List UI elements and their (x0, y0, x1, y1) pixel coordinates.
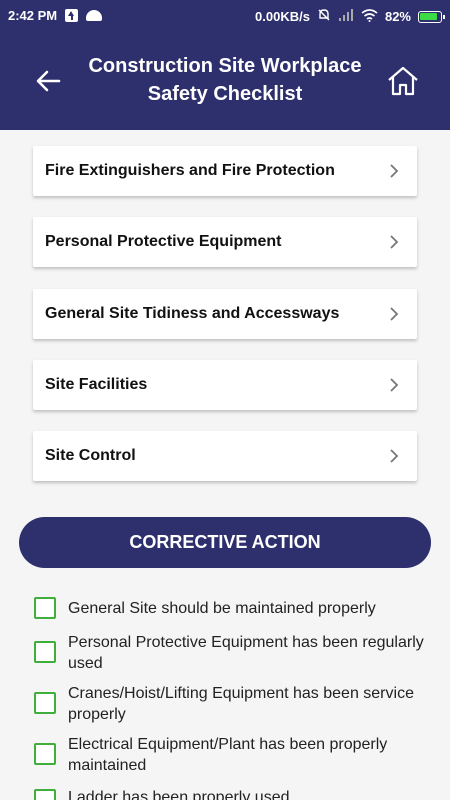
checkbox[interactable] (34, 641, 56, 663)
signal-icon (338, 8, 354, 25)
status-time: 2:42 PM (8, 8, 58, 23)
android-icon (86, 10, 103, 21)
wifi-icon (361, 8, 378, 25)
mute-bell-icon (317, 8, 331, 25)
battery-percent: 82% (384, 9, 411, 24)
checklist-item-label: Cranes/Hoist/Lifting Equipment has been … (68, 685, 414, 723)
category-label: Personal Protective Equipment (45, 233, 282, 250)
checklist-item-label: Personal Protective Equipment has been r… (68, 634, 424, 672)
home-icon (388, 66, 418, 96)
checkbox[interactable] (34, 743, 56, 765)
battery-charging-icon (418, 10, 445, 23)
back-button[interactable] (34, 68, 64, 94)
chevron-right-icon (390, 164, 399, 178)
checklist-item-label: Electrical Equipment/Plant has been prop… (68, 736, 388, 774)
checkbox[interactable] (34, 789, 56, 800)
checkbox[interactable] (34, 692, 56, 714)
status-bar: 2:42 PM 0.00KB/s 82% (0, 0, 450, 30)
arrow-left-icon (36, 70, 61, 92)
checklist-item-label: Ladder has been properly used (68, 789, 290, 800)
category-card-ppe[interactable]: Personal Protective Equipment (33, 217, 417, 267)
chevron-right-icon (390, 449, 399, 463)
network-speed: 0.00KB/s (255, 9, 310, 24)
category-label: General Site Tidiness and Accessways (45, 305, 340, 322)
chevron-right-icon (390, 235, 399, 249)
home-button[interactable] (386, 64, 420, 98)
corrective-action-button[interactable]: CORRECTIVE ACTION (19, 517, 431, 568)
category-card-site-facilities[interactable]: Site Facilities (33, 360, 417, 410)
category-label: Site Control (45, 447, 136, 464)
category-card-site-tidiness[interactable]: General Site Tidiness and Accessways (33, 289, 417, 339)
category-card-site-control[interactable]: Site Control (33, 431, 417, 481)
page-title-line2: Safety Checklist (147, 83, 303, 105)
page-title: Construction Site Workplace Safety Check… (70, 52, 380, 108)
page-title-line1: Construction Site Workplace (88, 55, 362, 77)
chevron-right-icon (390, 307, 399, 321)
category-label: Site Facilities (45, 376, 148, 393)
upload-icon (65, 9, 79, 22)
chevron-right-icon (390, 378, 399, 392)
checklist-item-label: General Site should be maintained proper… (68, 600, 376, 617)
app-bar: Construction Site Workplace Safety Check… (0, 30, 450, 130)
category-card-fire-extinguishers[interactable]: Fire Extinguishers and Fire Protection (33, 146, 417, 196)
checkbox[interactable] (34, 597, 56, 619)
category-label: Fire Extinguishers and Fire Protection (45, 162, 335, 179)
